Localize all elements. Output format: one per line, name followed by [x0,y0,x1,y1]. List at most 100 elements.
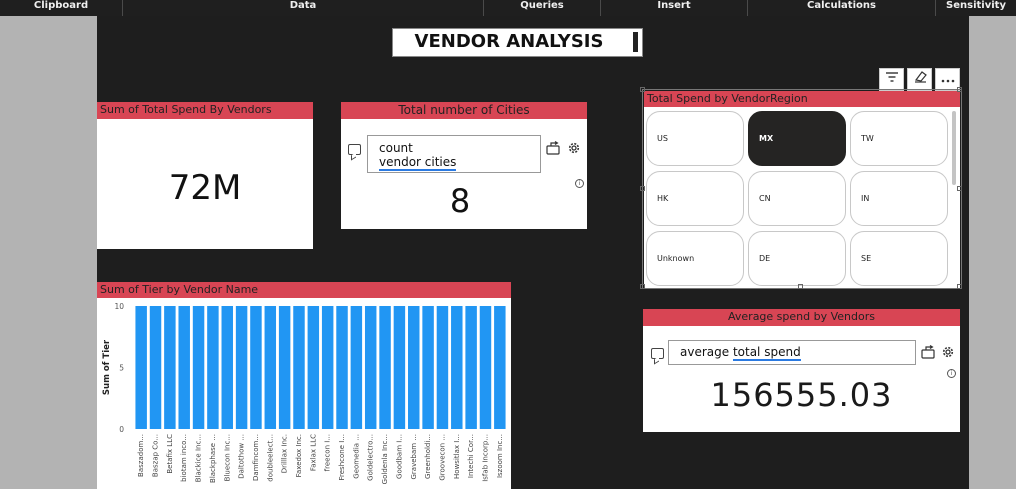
bar[interactable] [235,306,248,429]
resize-handle[interactable] [640,87,645,92]
bar[interactable] [451,306,463,429]
bar[interactable] [393,306,406,429]
ribbon-group-label: Sensitivity [946,0,1006,11]
ribbon-group-queries[interactable]: Queries [484,0,601,16]
ribbon-group-label: Insert [657,0,691,11]
ribbon: Clipboard Data Queries Insert Calculatio… [0,0,1016,16]
eraser-icon[interactable] [907,68,932,91]
bar[interactable] [250,306,262,429]
ribbon-group-insert[interactable]: Insert [601,0,748,16]
qa-query-field: total spend [732,345,801,361]
bar[interactable] [178,306,190,429]
settings-gear-icon[interactable] [942,346,954,360]
bar[interactable] [307,306,320,429]
qa-question-input[interactable]: count vendor cities [367,135,541,173]
x-tick-label: Greenholdi... [424,434,432,479]
card-avg-spend-header: Average spend by Vendors [643,309,960,326]
bar[interactable] [164,306,176,429]
x-tick-label: Damfincom... [252,434,260,481]
slicer-tile-tw[interactable]: TW [850,111,948,166]
slicer-tile-de[interactable]: DE [748,231,846,286]
slicer-tile-label: MX [759,134,774,143]
x-tick-label: Baszap Co... [152,434,160,477]
slicer-tile-se[interactable]: SE [850,231,948,286]
resize-handle[interactable] [798,284,803,289]
resize-handle[interactable] [957,186,962,191]
bar[interactable] [321,306,334,429]
resize-handle[interactable] [640,284,645,289]
bar[interactable] [436,306,449,429]
x-tick-label: Intechi Cor... [467,434,475,478]
x-tick-label: Gravebam ... [410,434,418,480]
slicer-tile-label: DE [759,254,771,263]
bar[interactable] [364,306,377,429]
ribbon-group-data[interactable]: Data [123,0,484,16]
bar[interactable] [135,306,147,429]
bar[interactable] [379,306,391,429]
ribbon-group-sensitivity[interactable]: Sensitivity [936,0,1016,16]
bar[interactable] [479,306,492,429]
x-tick-label: Betafix LLC [166,434,174,474]
text-cursor [633,32,638,52]
bar[interactable] [293,306,305,429]
qa-query-word: average [680,345,730,359]
card-total-spend-value: 72M [168,168,242,208]
bar[interactable] [494,306,506,429]
x-tick-label: Goldelectro... [367,434,375,481]
settings-gear-icon[interactable] [568,142,580,156]
x-tick-label: Groovecon ... [438,434,446,481]
bar[interactable] [350,306,363,429]
x-tick-label: Goodbam I... [395,434,403,479]
turn-into-visual-icon[interactable] [921,345,936,361]
bar[interactable] [221,306,233,429]
x-tick-label: Blackice Inc... [195,434,203,482]
x-tick-label: Iszoom Inc... [496,434,504,478]
x-tick-label: Bluecon Inc... [223,434,231,481]
ribbon-group-label: Calculations [807,0,876,11]
ribbon-group-clipboard[interactable]: Clipboard [0,0,123,16]
slicer-tile-hk[interactable]: HK [646,171,744,226]
slicer-scrollbar[interactable] [952,111,956,185]
slicer-tile-cn[interactable]: CN [748,171,846,226]
resize-handle[interactable] [957,284,962,289]
bar[interactable] [278,306,291,429]
x-tick-label: Geomedia ... [352,434,360,479]
bar[interactable] [207,306,219,429]
qa-question-input[interactable]: average total spend [668,340,916,365]
slicer-tile-unknown[interactable]: Unknown [646,231,744,286]
slicer-tile-in[interactable]: IN [850,171,948,226]
slicer-tile-us[interactable]: US [646,111,744,166]
x-tick-label: Freshcone I... [338,434,346,480]
x-tick-label: Faxlax LLC [309,434,317,471]
bar[interactable] [264,306,277,429]
bar[interactable] [465,306,477,429]
y-tick-label: 10 [114,302,124,311]
turn-into-visual-icon[interactable] [546,141,561,157]
x-tick-label: Faxedox Inc. [295,434,303,477]
resize-handle[interactable] [640,186,645,191]
page-title: VENDOR ANALYSIS [414,31,604,52]
filter-icon[interactable] [879,68,904,91]
y-tick-label: 5 [119,364,124,373]
card-cities-value: 8 [449,182,471,220]
bar-chart-svg: Sum of Tier 0 5 10 Baszadom... Baszap Co... Be… [102,302,506,484]
card-total-spend-header: Sum of Total Spend By Vendors [97,102,313,119]
bar[interactable] [336,306,348,429]
card-cities-header: Total number of Cities [341,102,587,119]
slicer-region-header: Total Spend by VendorRegion [644,91,960,107]
ribbon-group-calculations[interactable]: Calculations [748,0,936,16]
bar[interactable] [192,306,205,429]
bar[interactable] [408,306,420,429]
slicer-tile-label: Unknown [657,254,695,263]
x-tick-label: Isfab Incorp... [481,434,489,482]
bar[interactable] [149,306,162,429]
x-tick-label: freecon I... [324,434,332,471]
resize-handle[interactable] [957,87,962,92]
report-title-textbox[interactable]: VENDOR ANALYSIS [392,28,643,57]
bar[interactable] [422,306,434,429]
bar-chart[interactable]: Sum of Tier 0 5 10 Baszadom... Baszap Co... Be… [97,298,511,489]
x-tick-label: Daltothow ... [238,434,246,479]
x-tick-label: biotam inco... [180,434,188,482]
slicer-tile-mx[interactable]: MX [748,111,846,166]
slicer-tile-label: US [657,134,668,143]
